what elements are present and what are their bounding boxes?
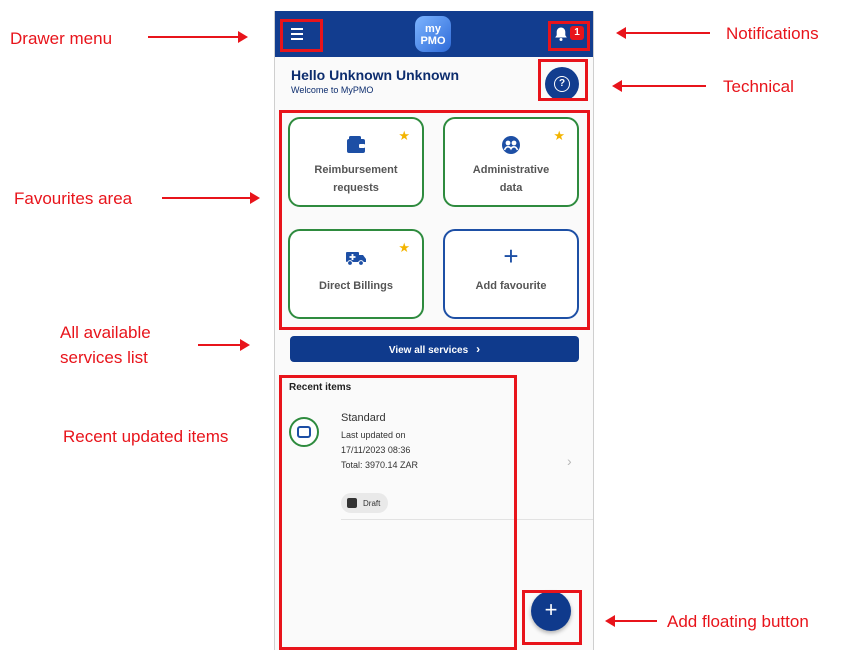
tile-label-line: Direct Billings [319, 280, 393, 292]
arrow-favourites-area [162, 192, 260, 204]
edit-icon [347, 498, 357, 508]
menu-icon-line [291, 38, 303, 40]
annotation-all-services-line1: All available [60, 323, 151, 342]
bell-icon[interactable] [553, 26, 569, 42]
tile-label-line: Add favourite [475, 280, 547, 292]
question-icon: ? [554, 76, 570, 92]
add-favourite-tile[interactable]: + Add favourite [443, 229, 579, 319]
tile-label-line: requests [333, 182, 379, 194]
recent-item-total: Total: 3970.14 ZAR [341, 460, 419, 470]
annotation-drawer-menu: Drawer menu [10, 29, 113, 48]
menu-icon-line [291, 33, 303, 35]
app-logo: my PMO [415, 16, 451, 52]
recent-items-title: Recent items [289, 382, 352, 393]
view-all-services-button[interactable]: View all services › [290, 336, 579, 362]
arrow-all-services [198, 339, 250, 351]
logo-text-top: my [425, 23, 441, 35]
annotation-all-services-line2: services list [60, 348, 148, 367]
favourite-star-icon[interactable]: ★ [553, 129, 565, 142]
wallet-icon [347, 136, 365, 153]
recent-item-updated-label: Last updated on [341, 430, 406, 440]
arrow-drawer-menu [148, 31, 248, 43]
greeting-title: Hello Unknown Unknown [291, 67, 459, 83]
people-icon [502, 136, 520, 154]
annotation-notifications: Notifications [726, 24, 819, 43]
greeting-subtitle: Welcome to MyPMO [291, 85, 374, 95]
annotation-favourites-area: Favourites area [14, 189, 133, 208]
tile-label: Administrative data [449, 161, 573, 197]
arrow-add-floating-button [605, 615, 657, 627]
phone-screen: my PMO 1 Hello Unknown Unknown Welcome t… [274, 11, 594, 650]
tile-label: Add favourite [449, 277, 573, 295]
logo-text-bottom: PMO [420, 35, 446, 47]
inbox-icon [289, 417, 319, 447]
add-floating-button[interactable]: + [531, 591, 571, 631]
app-bar: my PMO 1 [275, 11, 593, 57]
favourite-tile-reimbursement[interactable]: ★ Reimbursement requests [288, 117, 424, 207]
favourite-star-icon[interactable]: ★ [398, 241, 410, 254]
notification-badge[interactable]: 1 [570, 26, 584, 40]
arrow-technical [612, 80, 706, 92]
tile-label-line: Administrative [472, 164, 550, 176]
arrow-notifications [616, 27, 710, 39]
favourite-tile-direct-billings[interactable]: ★ Direct Billings [288, 229, 424, 319]
tile-label: Direct Billings [294, 277, 418, 295]
tile-label-line: data [499, 182, 523, 194]
tile-label-line: Reimbursement [314, 164, 398, 176]
chevron-right-icon: › [476, 342, 481, 356]
favourite-star-icon[interactable]: ★ [398, 129, 410, 142]
recent-item-updated-date: 17/11/2023 08:36 [341, 445, 411, 455]
ambulance-icon [346, 252, 366, 266]
status-chip[interactable]: Draft [341, 493, 389, 513]
favourite-tile-administrative[interactable]: ★ Administrative data [443, 117, 579, 207]
list-divider [341, 519, 593, 520]
menu-icon-line [291, 28, 303, 30]
recent-item-name: Standard [341, 412, 386, 424]
annotation-add-floating-button: Add floating button [667, 612, 809, 631]
drawer-menu-button[interactable] [285, 23, 309, 45]
recent-item-row[interactable]: Standard Last updated on 17/11/2023 08:3… [275, 403, 593, 521]
annotation-recent-items: Recent updated items [63, 427, 229, 446]
technical-help-button[interactable]: ? [545, 67, 579, 101]
view-all-label: View all services [388, 345, 469, 356]
status-chip-label: Draft [363, 498, 381, 508]
annotation-technical: Technical [723, 77, 794, 96]
tile-label: Reimbursement requests [294, 161, 418, 197]
chevron-right-icon[interactable]: › [567, 453, 572, 469]
plus-icon: + [503, 241, 519, 271]
